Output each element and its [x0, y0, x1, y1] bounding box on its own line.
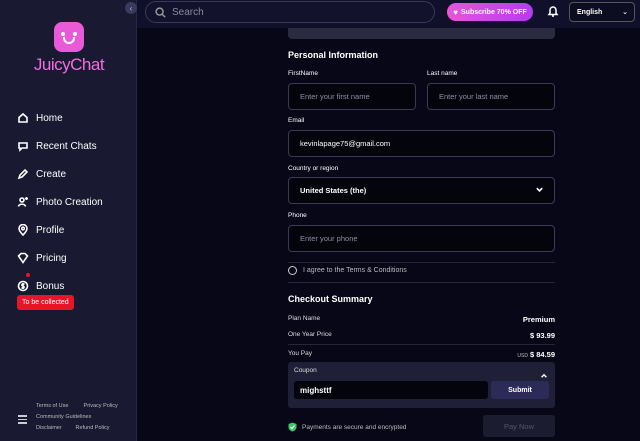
sidebar-item-label: Home: [36, 112, 63, 124]
secure-notice: Payments are secure and encrypted: [288, 422, 406, 432]
you-pay-currency: USD: [517, 353, 528, 359]
notification-dot: [26, 273, 30, 277]
you-pay-row: You Pay USD $ 84.59: [288, 350, 555, 359]
sidebar-item-label: Bonus: [36, 280, 65, 292]
country-value: United States (the): [300, 186, 367, 195]
email-input[interactable]: [300, 139, 554, 148]
bonus-icon: [17, 280, 29, 292]
privacy-link[interactable]: Privacy Policy: [84, 403, 118, 409]
subscribe-button[interactable]: ♥ Subscribe 70% OFF: [447, 3, 533, 21]
pay-now-button[interactable]: Pay Now: [483, 415, 555, 437]
country-select[interactable]: United States (the): [288, 177, 555, 204]
chevron-up-icon: [541, 373, 547, 378]
you-pay-value: $ 84.59: [529, 350, 555, 359]
refund-policy-link[interactable]: Refund Policy: [76, 425, 110, 431]
pricing-icon: [17, 252, 29, 264]
sidebar-item-label: Pricing: [36, 252, 67, 264]
sidebar-item-label: Photo Creation: [36, 196, 103, 208]
top-header: ♥ Subscribe 70% OFF English ⌄: [137, 0, 640, 28]
personal-info-title: Personal Information: [288, 50, 379, 60]
phone-label: Phone: [288, 212, 307, 219]
last-name-input[interactable]: [439, 92, 554, 101]
sidebar-item-pricing[interactable]: Pricing: [17, 244, 132, 272]
plan-name-value: Premium: [522, 315, 555, 324]
coupon-submit-button[interactable]: Submit: [491, 381, 549, 399]
checkout-summary-title: Checkout Summary: [288, 294, 373, 304]
agree-text: I agree to the Terms & Conditions: [303, 267, 407, 274]
search-bar[interactable]: [145, 1, 435, 23]
home-icon: [17, 112, 29, 124]
you-pay-label: You Pay: [288, 350, 312, 357]
last-name-label: Last name: [427, 70, 458, 77]
heart-icon: ♥: [453, 7, 458, 17]
search-icon: [155, 6, 166, 18]
sidebar: ‹ JuicyChat Home Recent Chats Create Pho…: [0, 0, 137, 441]
chevron-down-icon: ⌄: [622, 9, 628, 16]
collapse-sidebar-button[interactable]: ‹: [125, 2, 137, 14]
disclaimer-link[interactable]: Disclaimer: [36, 425, 74, 431]
logo[interactable]: JuicyChat: [30, 22, 108, 75]
phone-input[interactable]: [300, 234, 554, 243]
subscribe-label: Subscribe 70% OFF: [461, 8, 527, 16]
coupon-input[interactable]: [300, 385, 488, 395]
price-value: $ 93.99: [529, 331, 555, 340]
price-label: One Year Price: [288, 331, 332, 338]
menu-icon[interactable]: [18, 415, 27, 426]
search-input[interactable]: [172, 6, 422, 18]
sidebar-item-home[interactable]: Home: [17, 104, 132, 132]
checkout-page: Personal Information FirstName Last name…: [137, 28, 640, 441]
coupon-panel: Coupon Submit: [288, 362, 555, 408]
you-pay-value-wrap: USD $ 84.59: [517, 350, 555, 359]
profile-icon: [17, 224, 29, 236]
first-name-label: FirstName: [288, 70, 318, 77]
sidebar-item-label: Create: [36, 168, 67, 180]
coupon-field[interactable]: [294, 381, 488, 399]
sidebar-item-profile[interactable]: Profile: [17, 216, 132, 244]
plan-name-label: Plan Name: [288, 315, 321, 322]
chat-icon: [17, 140, 29, 152]
divider: [288, 262, 555, 263]
divider: [288, 282, 555, 283]
photo-creation-icon: [17, 196, 29, 208]
first-name-input[interactable]: [300, 92, 415, 101]
community-guidelines-link[interactable]: Community Guidelines: [36, 414, 91, 420]
first-name-field[interactable]: [288, 83, 416, 110]
secure-text: Payments are secure and encrypted: [302, 423, 407, 431]
chevron-down-icon: [535, 185, 544, 196]
terms-agreement[interactable]: I agree to the Terms & Conditions: [288, 266, 407, 275]
sidebar-item-photo-creation[interactable]: Photo Creation: [17, 188, 132, 216]
agree-radio[interactable]: [288, 266, 297, 275]
sidebar-item-recent-chats[interactable]: Recent Chats: [17, 132, 132, 160]
terms-link[interactable]: Terms of Use: [36, 403, 82, 409]
coupon-label: Coupon: [294, 367, 317, 374]
sidebar-item-label: Profile: [36, 224, 65, 236]
bonus-badge[interactable]: To be collected: [17, 295, 74, 310]
plan-name-row: Plan Name Premium: [288, 315, 555, 324]
shield-check-icon: [288, 422, 297, 432]
logo-icon: [54, 22, 84, 52]
sidebar-item-label: Recent Chats: [36, 140, 97, 152]
email-label: Email: [288, 117, 305, 124]
divider: [288, 344, 555, 345]
language-value: English: [577, 8, 603, 16]
email-field[interactable]: [288, 130, 555, 157]
logo-text: JuicyChat: [33, 55, 105, 74]
sidebar-nav: Home Recent Chats Create Photo Creation …: [17, 104, 132, 300]
phone-field[interactable]: [288, 225, 555, 252]
last-name-field[interactable]: [427, 83, 555, 110]
price-row: One Year Price $ 93.99: [288, 331, 555, 340]
sidebar-item-create[interactable]: Create: [17, 160, 132, 188]
country-label: Country or region: [288, 165, 339, 172]
language-select[interactable]: English ⌄: [569, 2, 635, 22]
previous-section-bar: [288, 28, 555, 39]
create-icon: [17, 168, 29, 180]
notifications-button[interactable]: [547, 5, 559, 19]
bell-icon: [547, 6, 559, 17]
